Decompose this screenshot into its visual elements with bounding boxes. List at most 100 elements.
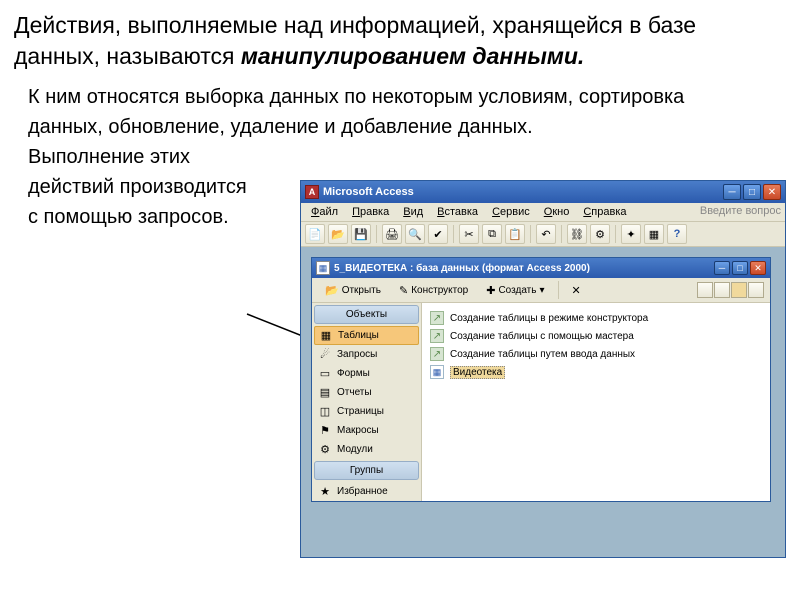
nav-item-таблицы[interactable]: ▦Таблицы [314,326,419,345]
app-titlebar[interactable]: A Microsoft Access ─ □ ✕ [301,181,785,203]
nav-item-запросы[interactable]: ☄ Запросы [312,345,421,364]
open-icon: 📂 [325,284,339,297]
nav-item-icon: ◫ [318,405,332,418]
toolbar-undo-icon[interactable]: ↶ [536,224,556,244]
toolbar-paste-icon[interactable]: 📋 [505,224,525,244]
body-line-2b: действий производится [28,172,308,202]
view-mode-group [697,282,764,298]
nav-item-icon: ▤ [318,386,332,399]
toolbar-separator-icon [561,225,562,243]
close-button[interactable]: ✕ [763,184,781,200]
nav-item-icon: ▭ [318,367,332,380]
menu-tools[interactable]: Сервис [486,205,536,219]
db-close-button[interactable]: ✕ [750,261,766,275]
menu-file[interactable]: Файл [305,205,344,219]
create-action-row[interactable]: ↗ Создание таблицы с помощью мастера [426,327,766,345]
nav-item-icon: ⚙ [318,443,332,456]
toolbar-open-icon[interactable]: 📂 [328,224,348,244]
help-search-hint[interactable]: Введите вопрос [700,205,781,219]
database-window: ▦ 5_ВИДЕОТЕКА : база данных (формат Acce… [311,257,771,502]
toolbar-copy-icon[interactable]: ⧉ [482,224,502,244]
nav-item-label: Формы [337,368,370,379]
minimize-button[interactable]: ─ [723,184,741,200]
toolbar-preview-icon[interactable]: 🔍 [405,224,425,244]
toolbar-analyze-icon[interactable]: ⚙ [590,224,610,244]
db-delete-button[interactable]: ✕ [565,282,588,299]
create-icon: ✚ [486,284,495,297]
view-large-icons-button[interactable] [697,282,713,298]
nav-item-макросы[interactable]: ⚑ Макросы [312,421,421,440]
content-row-label: Создание таблицы путем ввода данных [450,349,635,360]
design-icon: ✎ [399,284,408,297]
nav-item-label: Запросы [337,349,377,360]
nav-item-формы[interactable]: ▭ Формы [312,364,421,383]
menu-help[interactable]: Справка [577,205,632,219]
toolbar-separator-icon [453,225,454,243]
nav-groups-header[interactable]: Группы [314,461,419,480]
database-body: Объекты ▦Таблицы ☄ Запросы ▭ Формы ▤Отчеты◫Ст… [312,303,770,501]
content-row-label: Создание таблицы с помощью мастера [450,331,634,342]
nav-item-favorites[interactable]: ★ Избранное [312,482,421,501]
wizard-icon: ↗ [430,329,444,343]
app-toolbar: 📄 📂 💾 🖨 🔍 ✔ ✂ ⧉ 📋 ↶ ⛓ ⚙ ✦ ▦ ? [301,222,785,247]
toolbar-save-icon[interactable]: 💾 [351,224,371,244]
view-details-button[interactable] [748,282,764,298]
toolbar-separator-icon [376,225,377,243]
toolbar-separator-icon [615,225,616,243]
menu-window[interactable]: Окно [538,205,576,219]
toolbar-spell-icon[interactable]: ✔ [428,224,448,244]
toolbar-code-icon[interactable]: ✦ [621,224,641,244]
create-action-row[interactable]: ↗ Создание таблицы в режиме конструктора [426,309,766,327]
db-minimize-button[interactable]: ─ [714,261,730,275]
objects-content-pane: ↗Создание таблицы в режиме конструктора↗… [422,303,770,501]
menu-view[interactable]: Вид [397,205,429,219]
access-app-window: A Microsoft Access ─ □ ✕ Файл Правка Вид… [300,180,786,558]
db-maximize-button[interactable]: □ [732,261,748,275]
menu-insert[interactable]: Вставка [431,205,484,219]
app-menubar: Файл Правка Вид Вставка Сервис Окно Спра… [301,203,785,222]
nav-item-icon: ▦ [319,329,333,342]
view-list-button[interactable] [731,282,747,298]
database-titlebar[interactable]: ▦ 5_ВИДЕОТЕКА : база данных (формат Acce… [312,258,770,278]
nav-item-label: Макросы [337,425,379,436]
toolbar-separator-icon [530,225,531,243]
database-toolbar: 📂Открыть ✎Конструктор ✚Создать▾ ✕ [312,278,770,303]
nav-item-отчеты[interactable]: ▤Отчеты [312,383,421,402]
nav-item-icon: ☄ [318,348,332,361]
toolbar-print-icon[interactable]: 🖨 [382,224,402,244]
heading-emphasis-text: манипулированием данными. [241,43,584,69]
objects-navigator: Объекты ▦Таблицы ☄ Запросы ▭ Формы ▤Отчеты◫Ст… [312,303,422,501]
nav-item-модули[interactable]: ⚙ Модули [312,440,421,459]
content-row-label: Создание таблицы в режиме конструктора [450,313,648,324]
table-object-row[interactable]: ▦ Видеотека [426,363,766,381]
dropdown-icon: ▾ [539,285,544,296]
maximize-button[interactable]: □ [743,184,761,200]
body-paragraph-1: К ним относятся выборка данных по некото… [28,82,760,142]
nav-item-страницы[interactable]: ◫Страницы [312,402,421,421]
db-design-button[interactable]: ✎Конструктор [392,282,475,299]
create-action-row[interactable]: ↗ Создание таблицы путем ввода данных [426,345,766,363]
delete-icon: ✕ [572,284,581,297]
menu-edit[interactable]: Правка [346,205,395,219]
nav-item-label: Избранное [337,486,388,497]
wizard-icon: ↗ [430,311,444,325]
nav-item-label: Модули [337,444,373,455]
star-icon: ★ [318,485,332,498]
app-title-text: Microsoft Access [323,186,723,198]
nav-item-icon: ⚑ [318,424,332,437]
toolbar-relations-icon[interactable]: ⛓ [567,224,587,244]
db-open-button[interactable]: 📂Открыть [318,282,388,299]
content-row-label: Видеотека [450,366,505,379]
nav-objects-header[interactable]: Объекты [314,305,419,324]
access-app-icon: A [305,185,319,199]
table-icon: ▦ [430,365,444,379]
toolbar-cut-icon[interactable]: ✂ [459,224,479,244]
wizard-icon: ↗ [430,347,444,361]
toolbar-new-icon[interactable]: 📄 [305,224,325,244]
view-small-icons-button[interactable] [714,282,730,298]
toolbar-help-icon[interactable]: ? [667,224,687,244]
toolbar-db-icon[interactable]: ▦ [644,224,664,244]
body-line-2a: Выполнение этих [28,142,308,172]
app-workspace: ▦ 5_ВИДЕОТЕКА : база данных (формат Acce… [301,247,785,557]
db-create-button[interactable]: ✚Создать▾ [479,282,551,299]
